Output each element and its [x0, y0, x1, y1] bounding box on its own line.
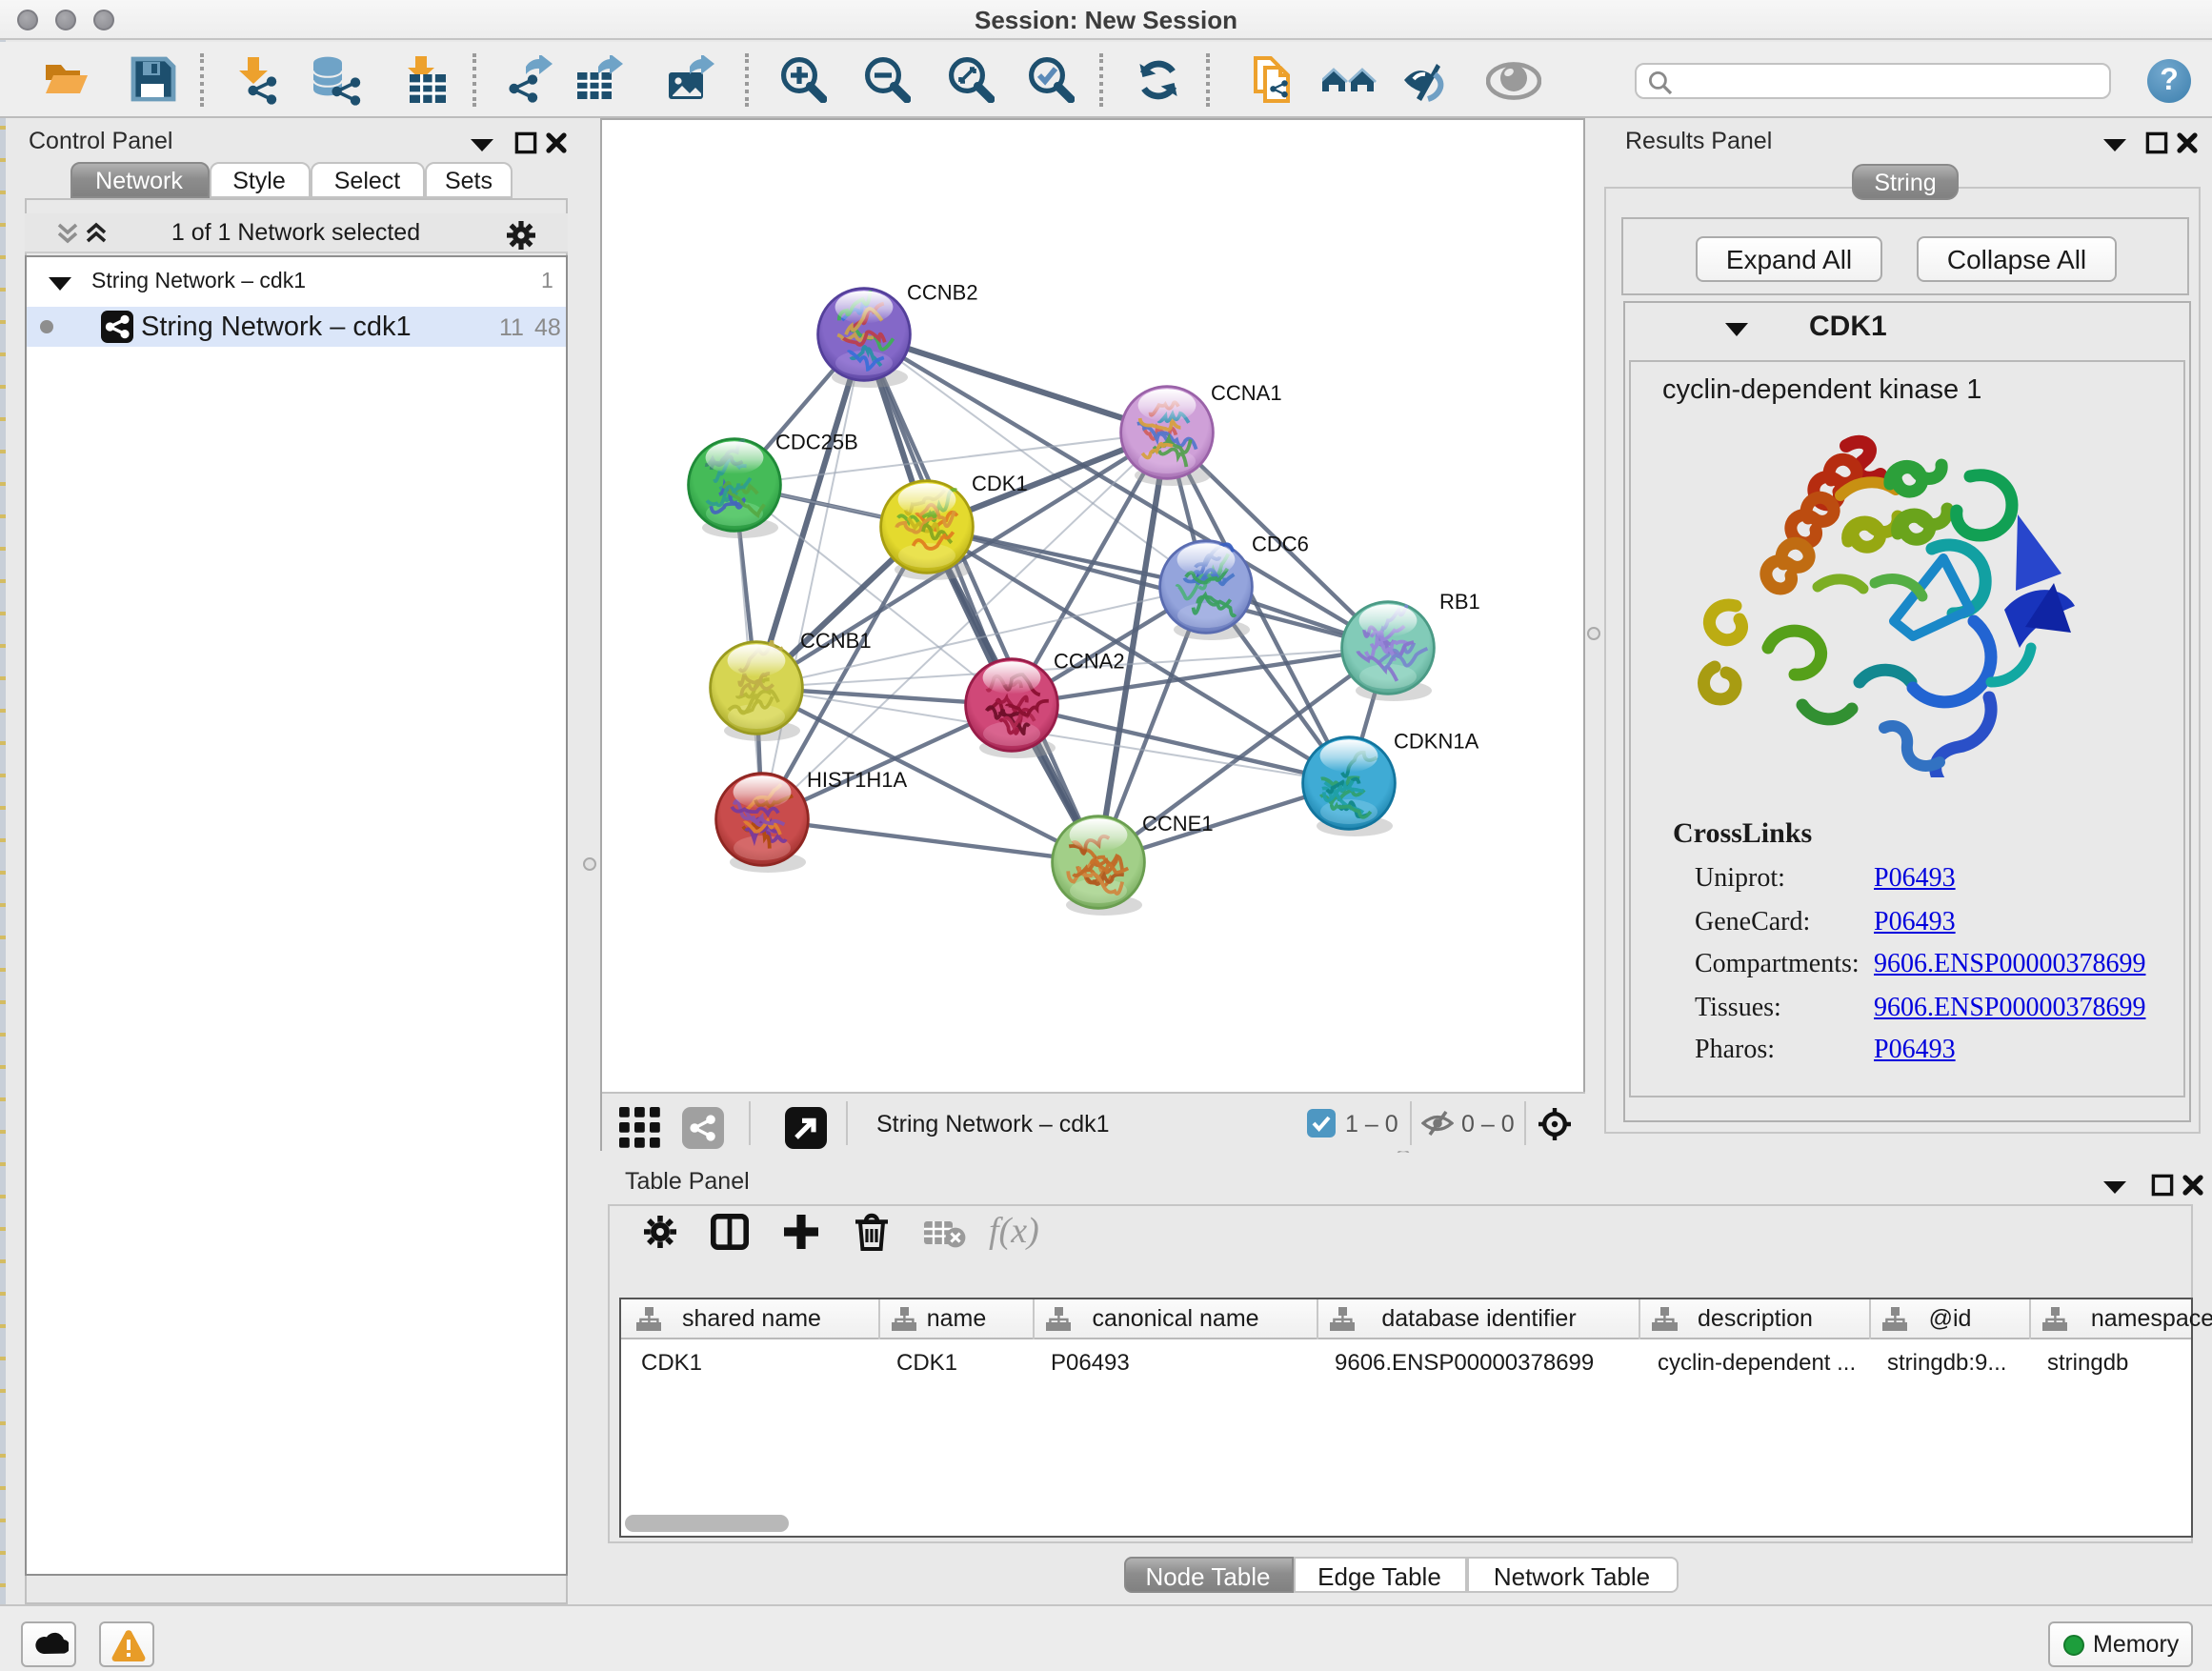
svg-text:CCNA2: CCNA2	[1054, 650, 1125, 674]
svg-text:CCNA1: CCNA1	[1211, 381, 1282, 405]
svg-text:CDKN1A: CDKN1A	[1394, 729, 1479, 753]
svg-text:RB1: RB1	[1439, 590, 1480, 614]
svg-text:CCNE1: CCNE1	[1142, 812, 1214, 836]
svg-text:CDK1: CDK1	[972, 472, 1028, 495]
svg-text:CCNB1: CCNB1	[800, 629, 872, 653]
svg-text:CDC25B: CDC25B	[775, 431, 858, 454]
svg-text:CDC6: CDC6	[1252, 532, 1309, 555]
svg-text:HIST1H1A: HIST1H1A	[807, 768, 907, 792]
svg-text:CCNB2: CCNB2	[907, 281, 978, 305]
